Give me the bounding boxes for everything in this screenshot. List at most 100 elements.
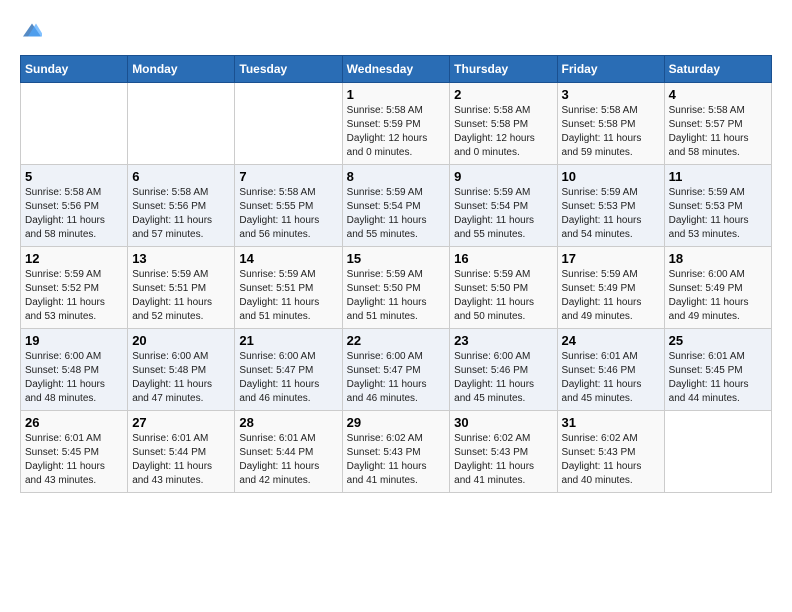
calendar-cell: 15 Sunrise: 5:59 AMSunset: 5:50 PMDayligh… [342, 247, 450, 329]
calendar-cell: 9 Sunrise: 5:59 AMSunset: 5:54 PMDaylight… [450, 165, 557, 247]
day-number: 12 [25, 251, 123, 266]
logo-icon [22, 20, 42, 40]
week-row-0: 1 Sunrise: 5:58 AMSunset: 5:59 PMDaylight… [21, 83, 772, 165]
day-number: 15 [347, 251, 446, 266]
day-number: 2 [454, 87, 552, 102]
calendar-body: 1 Sunrise: 5:58 AMSunset: 5:59 PMDaylight… [21, 83, 772, 493]
header-thursday: Thursday [450, 56, 557, 83]
calendar-cell: 30 Sunrise: 6:02 AMSunset: 5:43 PMDayligh… [450, 411, 557, 493]
calendar-cell: 17Sunrise: 5:59 AMSunset: 5:49 PMDayligh… [557, 247, 664, 329]
day-info: Sunrise: 5:59 AMSunset: 5:51 PMDaylight:… [132, 268, 230, 324]
day-number: 30 [454, 415, 552, 430]
calendar-cell: 20 Sunrise: 6:00 AMSunset: 5:48 PMDayligh… [128, 329, 235, 411]
day-number: 23 [454, 333, 552, 348]
calendar-cell: 28 Sunrise: 6:01 AMSunset: 5:44 PMDayligh… [235, 411, 342, 493]
week-row-1: 5 Sunrise: 5:58 AMSunset: 5:56 PMDaylight… [21, 165, 772, 247]
day-info: Sunrise: 5:59 AMSunset: 5:50 PMDaylight:… [347, 268, 446, 324]
week-row-2: 12 Sunrise: 5:59 AMSunset: 5:52 PMDayligh… [21, 247, 772, 329]
calendar-cell: 2 Sunrise: 5:58 AMSunset: 5:58 PMDaylight… [450, 83, 557, 165]
day-number: 27 [132, 415, 230, 430]
day-number: 26 [25, 415, 123, 430]
day-number: 8 [347, 169, 446, 184]
calendar-cell: 18 Sunrise: 6:00 AMSunset: 5:49 PMDayligh… [664, 247, 771, 329]
page-header [20, 20, 772, 45]
calendar-header: SundayMondayTuesdayWednesdayThursdayFrid… [21, 56, 772, 83]
day-number: 9 [454, 169, 552, 184]
day-info: Sunrise: 6:00 AMSunset: 5:47 PMDaylight:… [239, 350, 337, 406]
calendar-cell [235, 83, 342, 165]
logo [20, 20, 42, 45]
day-number: 3 [562, 87, 660, 102]
header-monday: Monday [128, 56, 235, 83]
day-number: 28 [239, 415, 337, 430]
day-info: Sunrise: 6:02 AMSunset: 5:43 PMDaylight:… [454, 432, 552, 488]
header-tuesday: Tuesday [235, 56, 342, 83]
week-row-4: 26Sunrise: 6:01 AMSunset: 5:45 PMDayligh… [21, 411, 772, 493]
day-number: 22 [347, 333, 446, 348]
day-info: Sunrise: 5:59 AMSunset: 5:53 PMDaylight:… [562, 186, 660, 242]
header-sunday: Sunday [21, 56, 128, 83]
calendar-cell: 22 Sunrise: 6:00 AMSunset: 5:47 PMDayligh… [342, 329, 450, 411]
day-info: Sunrise: 5:58 AMSunset: 5:56 PMDaylight:… [132, 186, 230, 242]
calendar-cell: 10 Sunrise: 5:59 AMSunset: 5:53 PMDayligh… [557, 165, 664, 247]
header-row: SundayMondayTuesdayWednesdayThursdayFrid… [21, 56, 772, 83]
day-number: 20 [132, 333, 230, 348]
day-info: Sunrise: 5:59 AMSunset: 5:51 PMDaylight:… [239, 268, 337, 324]
day-info: Sunrise: 5:59 AMSunset: 5:54 PMDaylight:… [347, 186, 446, 242]
day-info: Sunrise: 5:59 AMSunset: 5:52 PMDaylight:… [25, 268, 123, 324]
calendar-cell: 4 Sunrise: 5:58 AMSunset: 5:57 PMDaylight… [664, 83, 771, 165]
calendar-cell: 14 Sunrise: 5:59 AMSunset: 5:51 PMDayligh… [235, 247, 342, 329]
calendar-cell: 13 Sunrise: 5:59 AMSunset: 5:51 PMDayligh… [128, 247, 235, 329]
day-number: 17 [562, 251, 660, 266]
day-number: 10 [562, 169, 660, 184]
day-info: Sunrise: 5:58 AMSunset: 5:59 PMDaylight:… [347, 104, 446, 160]
header-wednesday: Wednesday [342, 56, 450, 83]
day-info: Sunrise: 6:01 AMSunset: 5:46 PMDaylight:… [562, 350, 660, 406]
calendar-cell [128, 83, 235, 165]
day-number: 1 [347, 87, 446, 102]
calendar-cell: 29Sunrise: 6:02 AMSunset: 5:43 PMDayligh… [342, 411, 450, 493]
day-info: Sunrise: 6:00 AMSunset: 5:47 PMDaylight:… [347, 350, 446, 406]
calendar-cell: 7 Sunrise: 5:58 AMSunset: 5:55 PMDaylight… [235, 165, 342, 247]
day-info: Sunrise: 5:58 AMSunset: 5:58 PMDaylight:… [454, 104, 552, 160]
day-number: 7 [239, 169, 337, 184]
day-info: Sunrise: 6:00 AMSunset: 5:48 PMDaylight:… [25, 350, 123, 406]
day-info: Sunrise: 5:58 AMSunset: 5:57 PMDaylight:… [669, 104, 767, 160]
day-number: 31 [562, 415, 660, 430]
calendar-cell [21, 83, 128, 165]
day-info: Sunrise: 6:01 AMSunset: 5:44 PMDaylight:… [132, 432, 230, 488]
calendar-cell: 12 Sunrise: 5:59 AMSunset: 5:52 PMDayligh… [21, 247, 128, 329]
day-info: Sunrise: 5:58 AMSunset: 5:58 PMDaylight:… [562, 104, 660, 160]
calendar-cell: 27 Sunrise: 6:01 AMSunset: 5:44 PMDayligh… [128, 411, 235, 493]
day-number: 4 [669, 87, 767, 102]
day-info: Sunrise: 6:00 AMSunset: 5:49 PMDaylight:… [669, 268, 767, 324]
day-info: Sunrise: 5:59 AMSunset: 5:50 PMDaylight:… [454, 268, 552, 324]
calendar-cell: 25Sunrise: 6:01 AMSunset: 5:45 PMDayligh… [664, 329, 771, 411]
calendar-cell [664, 411, 771, 493]
calendar-cell: 5 Sunrise: 5:58 AMSunset: 5:56 PMDaylight… [21, 165, 128, 247]
calendar-cell: 1 Sunrise: 5:58 AMSunset: 5:59 PMDaylight… [342, 83, 450, 165]
day-info: Sunrise: 6:01 AMSunset: 5:45 PMDaylight:… [669, 350, 767, 406]
day-info: Sunrise: 6:02 AMSunset: 5:43 PMDaylight:… [562, 432, 660, 488]
day-number: 18 [669, 251, 767, 266]
day-info: Sunrise: 5:58 AMSunset: 5:56 PMDaylight:… [25, 186, 123, 242]
calendar-cell: 31 Sunrise: 6:02 AMSunset: 5:43 PMDayligh… [557, 411, 664, 493]
day-number: 11 [669, 169, 767, 184]
calendar-cell: 24Sunrise: 6:01 AMSunset: 5:46 PMDayligh… [557, 329, 664, 411]
day-number: 21 [239, 333, 337, 348]
day-info: Sunrise: 6:01 AMSunset: 5:44 PMDaylight:… [239, 432, 337, 488]
day-info: Sunrise: 6:00 AMSunset: 5:48 PMDaylight:… [132, 350, 230, 406]
day-number: 16 [454, 251, 552, 266]
header-saturday: Saturday [664, 56, 771, 83]
calendar-cell: 8 Sunrise: 5:59 AMSunset: 5:54 PMDaylight… [342, 165, 450, 247]
calendar-cell: 11Sunrise: 5:59 AMSunset: 5:53 PMDayligh… [664, 165, 771, 247]
day-number: 14 [239, 251, 337, 266]
day-info: Sunrise: 5:58 AMSunset: 5:55 PMDaylight:… [239, 186, 337, 242]
calendar-cell: 23Sunrise: 6:00 AMSunset: 5:46 PMDayligh… [450, 329, 557, 411]
day-number: 5 [25, 169, 123, 184]
day-number: 19 [25, 333, 123, 348]
header-friday: Friday [557, 56, 664, 83]
day-info: Sunrise: 5:59 AMSunset: 5:54 PMDaylight:… [454, 186, 552, 242]
calendar-table: SundayMondayTuesdayWednesdayThursdayFrid… [20, 55, 772, 493]
day-number: 13 [132, 251, 230, 266]
